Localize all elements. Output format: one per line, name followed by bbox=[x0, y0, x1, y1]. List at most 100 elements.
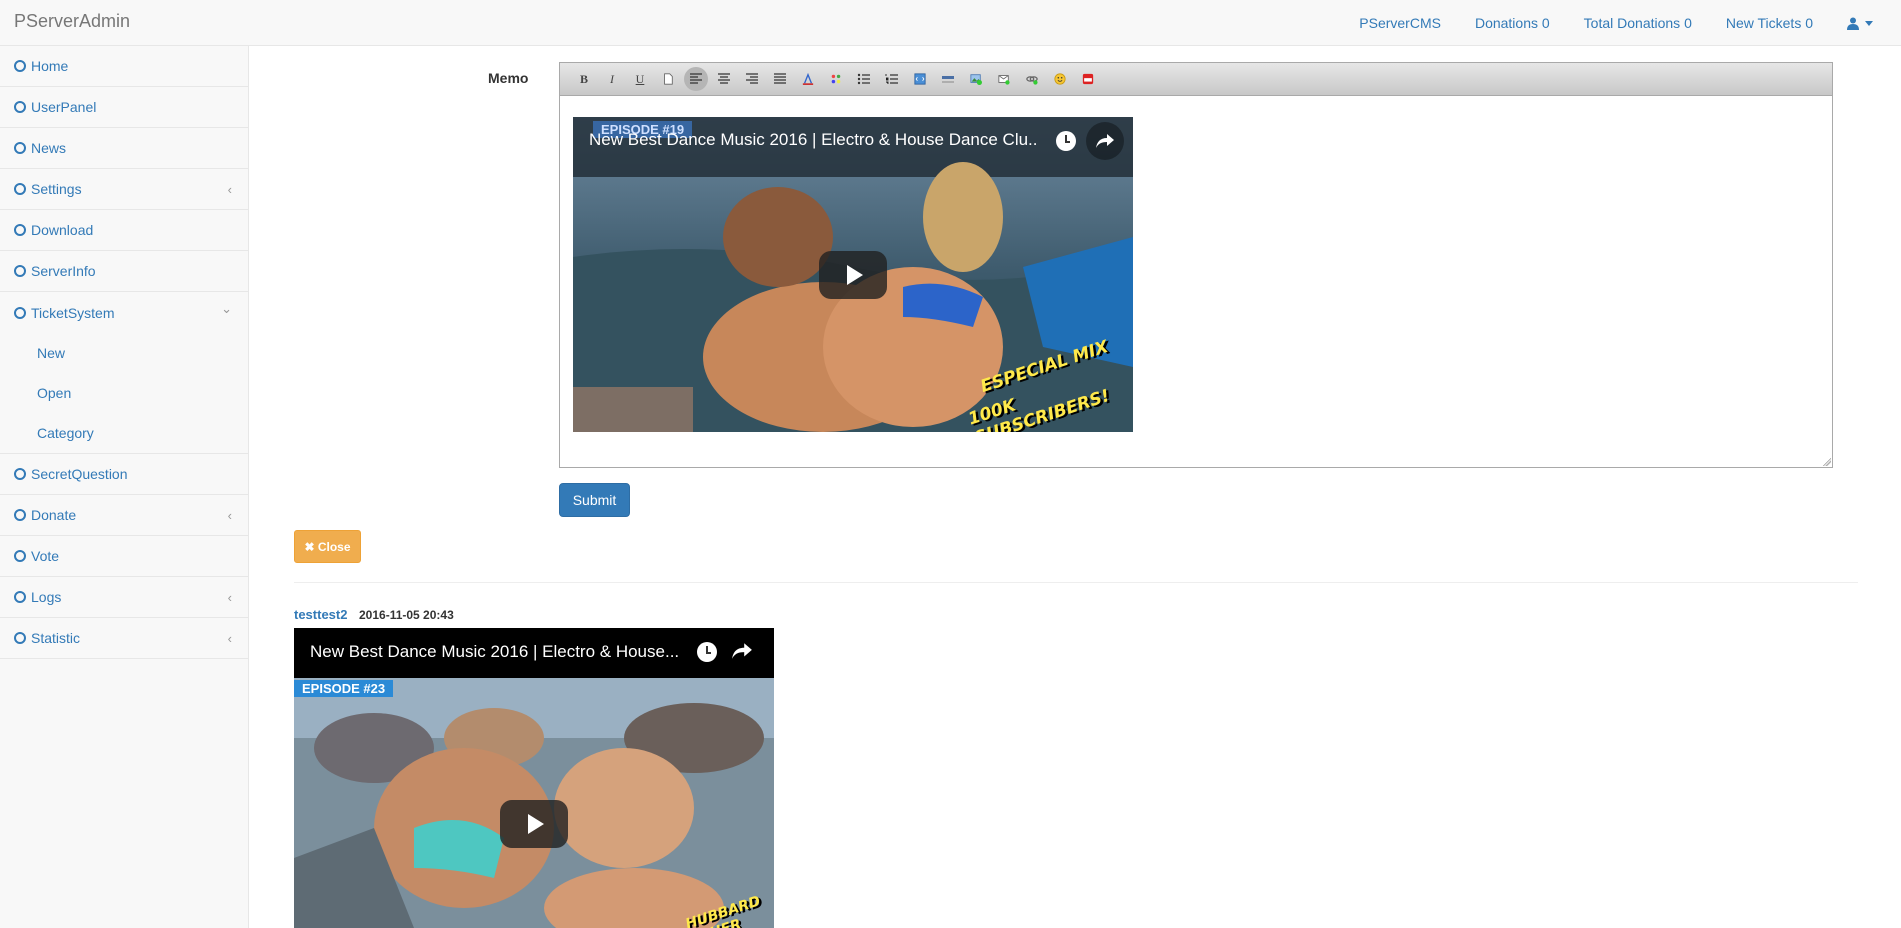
sidebar-item-label: SecretQuestion bbox=[31, 466, 128, 482]
source-code-icon bbox=[914, 73, 926, 85]
watch-later-icon[interactable] bbox=[697, 642, 717, 662]
horizontal-rule-icon bbox=[942, 76, 954, 83]
circle-icon bbox=[14, 468, 26, 480]
chevron-left-icon: ‹ bbox=[227, 590, 232, 605]
list-bullets-icon bbox=[857, 73, 870, 85]
sidebar-item-label: Home bbox=[31, 58, 69, 74]
nav-link-new-tickets[interactable]: New Tickets 0 bbox=[1726, 15, 1813, 31]
chevron-left-icon: ‹ bbox=[227, 508, 232, 523]
document-icon bbox=[664, 73, 673, 85]
sidebar-subitem-open[interactable]: Open bbox=[0, 373, 248, 413]
sidebar-item-news[interactable]: News bbox=[0, 128, 248, 169]
watch-later-icon[interactable] bbox=[1056, 131, 1076, 151]
background-color-button[interactable] bbox=[824, 67, 848, 91]
circle-icon bbox=[14, 550, 26, 562]
sidebar-item-userpanel[interactable]: UserPanel bbox=[0, 87, 248, 128]
html-source-button[interactable] bbox=[908, 67, 932, 91]
play-button[interactable] bbox=[819, 251, 887, 299]
circle-icon bbox=[14, 509, 26, 521]
nav-link-total-donations[interactable]: Total Donations 0 bbox=[1584, 15, 1692, 31]
close-button[interactable]: ✖ Close bbox=[294, 530, 361, 563]
sidebar-item-label: Donate bbox=[31, 507, 77, 523]
sidebar: Home UserPanel News Settings ‹ Download S… bbox=[0, 46, 249, 928]
sidebar-item-statistic[interactable]: Statistic ‹ bbox=[0, 618, 248, 659]
sidebar-item-logs[interactable]: Logs ‹ bbox=[0, 577, 248, 618]
palette-icon bbox=[831, 74, 841, 84]
episode-badge: EPISODE #23 bbox=[294, 680, 394, 697]
nav-link-donations[interactable]: Donations 0 bbox=[1475, 15, 1550, 31]
align-left-button[interactable] bbox=[684, 67, 708, 91]
embedded-video[interactable]: EPISODE #19 New Best Dance Music 2016 | … bbox=[573, 117, 1133, 432]
email-icon bbox=[998, 75, 1010, 85]
circle-icon bbox=[14, 591, 26, 603]
sidebar-item-label: News bbox=[31, 140, 67, 156]
insert-email-button[interactable] bbox=[992, 67, 1016, 91]
video-title[interactable]: New Best Dance Music 2016 | Electro & Ho… bbox=[310, 642, 679, 662]
brand-logo[interactable]: PServerAdmin bbox=[14, 11, 130, 32]
circle-icon bbox=[14, 101, 26, 113]
user-menu-dropdown[interactable] bbox=[1847, 17, 1873, 30]
unordered-list-button[interactable] bbox=[852, 67, 876, 91]
italic-button[interactable]: I bbox=[600, 67, 624, 91]
link-icon bbox=[1026, 76, 1038, 85]
underline-button[interactable]: U bbox=[628, 67, 652, 91]
sidebar-subitem-new[interactable]: New bbox=[0, 333, 248, 373]
circle-icon bbox=[14, 183, 26, 195]
sidebar-item-label: ServerInfo bbox=[31, 263, 96, 279]
sidebar-item-ticketsystem[interactable]: TicketSystem ⌄ bbox=[0, 292, 248, 333]
insert-image-button[interactable] bbox=[964, 67, 988, 91]
resize-handle[interactable] bbox=[1823, 458, 1831, 466]
insert-emoticon-button[interactable] bbox=[1048, 67, 1072, 91]
list-numbers-icon bbox=[885, 74, 898, 84]
circle-icon bbox=[14, 265, 26, 277]
submit-button[interactable]: Submit bbox=[559, 483, 630, 517]
nav-link-pservercms[interactable]: PServerCMS bbox=[1359, 15, 1441, 31]
sidebar-item-donate[interactable]: Donate ‹ bbox=[0, 495, 248, 536]
sidebar-item-home[interactable]: Home bbox=[0, 46, 248, 87]
align-right-icon bbox=[746, 73, 758, 84]
divider bbox=[294, 582, 1858, 583]
user-icon bbox=[1847, 17, 1859, 30]
video-actions bbox=[697, 642, 753, 662]
font-color-button[interactable] bbox=[796, 67, 820, 91]
memo-label: Memo bbox=[488, 70, 529, 86]
justify-button[interactable] bbox=[768, 67, 792, 91]
post-author-link[interactable]: testtest2 bbox=[294, 607, 347, 622]
editor-toolbar: B I U bbox=[560, 63, 1832, 96]
chevron-down-icon bbox=[1865, 20, 1873, 26]
sidebar-item-vote[interactable]: Vote bbox=[0, 536, 248, 577]
align-right-button[interactable] bbox=[740, 67, 764, 91]
sidebar-item-settings[interactable]: Settings ‹ bbox=[0, 169, 248, 210]
sidebar-item-label: Settings bbox=[31, 181, 82, 197]
ticketsystem-submenu: New Open Category bbox=[0, 333, 248, 454]
new-document-button[interactable] bbox=[656, 67, 680, 91]
share-button[interactable] bbox=[1086, 122, 1124, 160]
horizontal-rule-button[interactable] bbox=[936, 67, 960, 91]
memo-editor: B I U EPISODE #19 New Best Dance Music 2… bbox=[559, 62, 1833, 468]
circle-icon bbox=[14, 142, 26, 154]
video-title[interactable]: New Best Dance Music 2016 | Electro & Ho… bbox=[589, 130, 1038, 150]
sidebar-item-label: Download bbox=[31, 222, 94, 238]
sidebar-item-download[interactable]: Download bbox=[0, 210, 248, 251]
ordered-list-button[interactable] bbox=[880, 67, 904, 91]
circle-icon bbox=[14, 224, 26, 236]
bold-button[interactable]: B bbox=[572, 67, 596, 91]
insert-youtube-button[interactable] bbox=[1076, 67, 1100, 91]
circle-icon bbox=[14, 306, 26, 319]
navbar-right: PServerCMS Donations 0 Total Donations 0… bbox=[1359, 0, 1901, 46]
align-center-button[interactable] bbox=[712, 67, 736, 91]
share-icon[interactable] bbox=[731, 642, 753, 660]
post-embedded-video[interactable]: New Best Dance Music 2016 | Electro & Ho… bbox=[294, 628, 774, 928]
top-navbar: PServerAdmin PServerCMS Donations 0 Tota… bbox=[0, 0, 1901, 46]
circle-icon bbox=[14, 60, 26, 72]
insert-link-button[interactable] bbox=[1020, 67, 1044, 91]
sidebar-item-secretquestion[interactable]: SecretQuestion bbox=[0, 454, 248, 495]
circle-icon bbox=[14, 632, 26, 644]
sidebar-item-serverinfo[interactable]: ServerInfo bbox=[0, 251, 248, 292]
chevron-left-icon: ‹ bbox=[227, 182, 232, 197]
sidebar-subitem-category[interactable]: Category bbox=[0, 413, 248, 453]
play-button[interactable] bbox=[500, 800, 568, 848]
video-actions bbox=[1056, 122, 1124, 160]
sidebar-item-label: TicketSystem bbox=[31, 304, 115, 321]
editor-content-area[interactable]: EPISODE #19 New Best Dance Music 2016 | … bbox=[560, 96, 1832, 467]
